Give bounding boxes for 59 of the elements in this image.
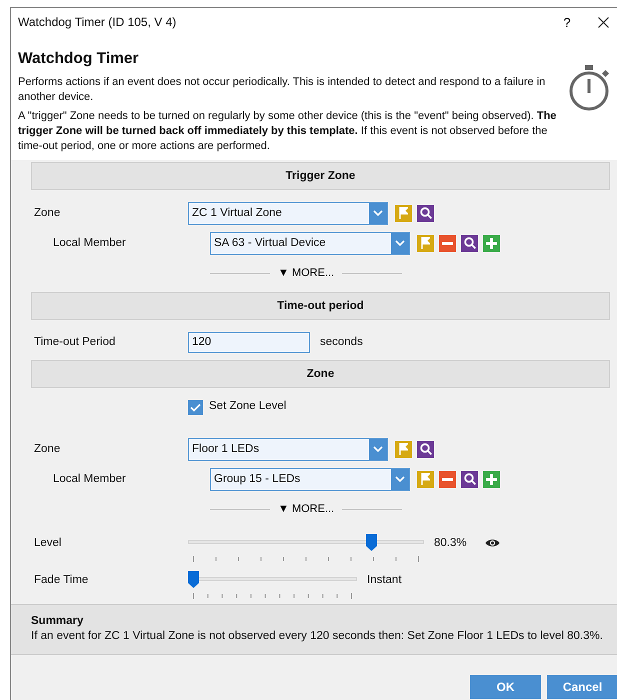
minus-icon <box>442 242 453 244</box>
eye-icon[interactable] <box>484 538 500 548</box>
chevron-down-icon <box>373 210 383 216</box>
flag-icon <box>421 473 430 485</box>
chevron-down-icon <box>373 446 383 452</box>
plus-icon <box>486 474 497 484</box>
flag-icon <box>399 443 408 455</box>
dropdown[interactable]: Floor 1 LEDs <box>188 438 388 460</box>
field-label: Zone <box>33 443 60 455</box>
minus-button[interactable] <box>439 234 456 252</box>
flag-icon <box>399 207 408 219</box>
plus-icon <box>486 238 497 248</box>
field-label: Local Member <box>52 473 126 485</box>
field-label: Time-out Period <box>33 336 116 348</box>
slider-value: 80.3% <box>434 536 467 548</box>
checkbox[interactable] <box>188 400 203 415</box>
field-label: Local Member <box>52 237 126 249</box>
page-title: Watchdog Timer <box>18 50 140 68</box>
slider[interactable] <box>188 534 424 562</box>
plus-button[interactable] <box>483 470 500 488</box>
slider-value: Instant <box>367 574 402 586</box>
more-toggle[interactable]: ▼ MORE... <box>270 267 342 279</box>
checkbox-label: Set Zone Level <box>209 400 286 412</box>
close-icon <box>598 16 608 28</box>
section-header: Time-out period <box>31 292 610 320</box>
search-icon <box>420 443 432 455</box>
chevron-down-icon <box>395 476 405 482</box>
search-icon <box>420 207 432 219</box>
chevron-down-icon <box>395 240 405 246</box>
slider[interactable] <box>188 571 357 599</box>
input-field[interactable]: 120 <box>188 332 310 352</box>
plus-button[interactable] <box>483 234 500 252</box>
field-label: Zone <box>33 207 60 219</box>
search-button[interactable] <box>461 470 478 488</box>
field-label: Fade Time <box>33 574 88 586</box>
section-header: Trigger Zone <box>31 162 610 190</box>
description-text: A "trigger" Zone needs to be turned on regularly by some other device (this is the "event" being observed). The trigger Zone will be turned back off immediately by this template. If this event is not observed before the time-out period, one or more actions are performed. <box>18 109 558 154</box>
help-button[interactable]: ? <box>552 10 582 34</box>
flag-icon <box>421 237 430 249</box>
slider-thumb[interactable] <box>366 534 377 551</box>
more-toggle[interactable]: ▼ MORE... <box>270 503 342 515</box>
minus-button[interactable] <box>439 470 456 488</box>
dropdown[interactable]: SA 63 - Virtual Device <box>210 232 410 254</box>
search-button[interactable] <box>417 204 434 222</box>
summary-text: If an event for ZC 1 Virtual Zone is not observed every 120 seconds then: Set Zone Floor 1 LEDs to level 80.3%. <box>31 630 604 642</box>
dropdown[interactable]: Group 15 - LEDs <box>210 468 410 490</box>
description-text: Performs actions if an event does not occur periodically. This is intended to detect and respond to a failure in another device. <box>18 75 546 105</box>
unit-label: seconds <box>320 336 363 348</box>
section-header: Zone <box>31 360 610 388</box>
summary-title: Summary <box>31 615 84 627</box>
search-button[interactable] <box>461 234 478 252</box>
slider-thumb[interactable] <box>188 571 199 588</box>
search-button[interactable] <box>417 440 434 458</box>
field-label: Level <box>33 536 62 548</box>
search-icon <box>464 237 476 249</box>
dropdown[interactable]: ZC 1 Virtual Zone <box>188 202 388 224</box>
search-icon <box>464 473 476 485</box>
window-title: Watchdog Timer (ID 105, V 4) <box>18 15 178 29</box>
minus-icon <box>442 478 453 480</box>
